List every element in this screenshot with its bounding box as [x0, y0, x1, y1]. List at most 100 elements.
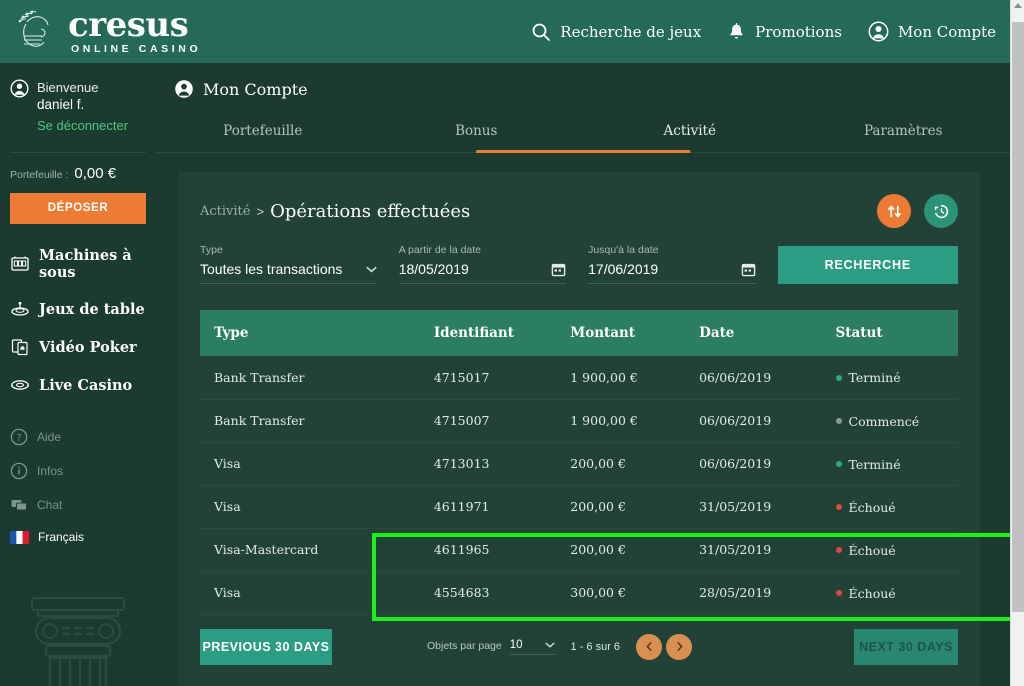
sidebar-main-nav: Machines à sous Jeux de table	[0, 238, 156, 404]
casino-account-page: cresus ONLINE CASINO Recherche de jeux	[0, 0, 1024, 686]
nav-my-account[interactable]: Mon Compte	[868, 21, 996, 42]
cell-date: 06/06/2019	[685, 399, 821, 442]
previous-30-days-button[interactable]: PREVIOUS 30 DAYS	[200, 629, 332, 665]
filter-type[interactable]: Type Toutes les transactions	[200, 244, 377, 284]
sidebar-item-live-casino[interactable]: Live Casino	[0, 366, 156, 404]
status-badge: Terminé	[849, 370, 901, 385]
next-page-button[interactable]	[666, 634, 692, 660]
scrollbar-thumb[interactable]	[1012, 22, 1024, 612]
tab-portefeuille[interactable]: Portefeuille	[156, 113, 370, 152]
filter-date-to[interactable]: Jusqu'à la date 17/06/2019	[588, 244, 755, 284]
logout-link[interactable]: Se déconnecter	[37, 117, 128, 134]
sidebar-item-slots[interactable]: Machines à sous	[0, 238, 156, 290]
filter-bar: Type Toutes les transactions A partir de…	[178, 228, 980, 284]
cell-date: 28/05/2019	[685, 571, 821, 614]
tab-bonus[interactable]: Bonus	[370, 113, 584, 152]
col-header-date[interactable]: Date	[685, 310, 821, 356]
col-header-type[interactable]: Type	[200, 310, 420, 356]
brand-name: cresus	[68, 8, 201, 42]
table-row[interactable]: Visa 4611971 200,00 € 31/05/2019 Échoué	[200, 485, 958, 528]
table-row[interactable]: Visa 4554683 300,00 € 28/05/2019 Échoué	[200, 571, 958, 614]
wallet-amount: 0,00 €	[74, 165, 116, 182]
cell-type: Visa	[200, 571, 420, 614]
search-button[interactable]: RECHERCHE	[778, 246, 958, 284]
sidebar-item-slots-label: Machines à sous	[39, 247, 146, 281]
status-dot	[836, 547, 842, 553]
status-badge: Échoué	[849, 586, 896, 601]
cell-montant: 300,00 €	[556, 571, 685, 614]
nav-game-search[interactable]: Recherche de jeux	[531, 22, 701, 42]
scroll-up-arrow-icon[interactable]	[1014, 3, 1022, 8]
status-badge: Échoué	[849, 500, 896, 515]
cell-statut: Échoué	[822, 528, 958, 571]
sidebar-item-chat-label: Chat	[37, 498, 62, 512]
wallet-block: Portefeuille : 0,00 €	[0, 153, 156, 182]
brand-logo[interactable]: cresus ONLINE CASINO	[0, 8, 201, 55]
table-row[interactable]: Visa 4713013 200,00 € 06/06/2019 Terminé	[200, 442, 958, 485]
filter-date-from[interactable]: A partir de la date 18/05/2019	[399, 244, 566, 284]
calendar-icon[interactable]	[551, 262, 566, 277]
sidebar-item-language-label: Français	[38, 530, 84, 544]
cell-type: Visa-Mastercard	[200, 528, 420, 571]
bell-icon	[727, 22, 746, 42]
sidebar-secondary-nav: ? Aide Infos	[0, 420, 156, 552]
history-button[interactable]	[924, 194, 958, 228]
col-header-statut[interactable]: Statut	[822, 310, 958, 356]
sidebar-item-language[interactable]: Français	[0, 522, 156, 552]
status-badge: Terminé	[849, 457, 901, 472]
filter-type-value: Toutes les transactions	[200, 261, 366, 277]
transactions-table-wrap: Type Identifiant Montant Date Statut Ban…	[178, 284, 980, 615]
filter-type-label: Type	[200, 244, 377, 256]
items-per-page-value: 10	[510, 639, 523, 651]
tab-parametres[interactable]: Paramètres	[797, 113, 1011, 152]
deposit-button[interactable]: DÉPOSER	[10, 193, 146, 224]
tab-activite[interactable]: Activité	[583, 113, 797, 152]
cell-montant: 1 900,00 €	[556, 399, 685, 442]
status-dot	[836, 418, 842, 424]
chevron-down-icon[interactable]	[545, 642, 555, 648]
table-row[interactable]: Bank Transfer 4715017 1 900,00 € 06/06/2…	[200, 356, 958, 399]
status-dot	[836, 461, 842, 467]
cell-identifiant: 4715007	[420, 399, 556, 442]
cell-date: 31/05/2019	[685, 528, 821, 571]
slot-machine-icon	[10, 254, 30, 274]
sidebar-item-table-games-label: Jeux de table	[39, 301, 145, 318]
page-scrollbar[interactable]	[1010, 0, 1024, 686]
sidebar-item-help[interactable]: ? Aide	[0, 420, 156, 454]
next-30-days-button[interactable]: NEXT 30 DAYS	[854, 629, 958, 665]
previous-page-button[interactable]	[636, 634, 662, 660]
table-footer: PREVIOUS 30 DAYS Objets par page 10	[178, 615, 980, 686]
card-header: Activité > Opérations effectuées	[178, 172, 980, 228]
col-header-montant[interactable]: Montant	[556, 310, 685, 356]
user-circle-icon	[174, 79, 194, 99]
breadcrumb-parent[interactable]: Activité	[200, 204, 250, 219]
flag-france-icon	[10, 531, 29, 544]
cell-date: 06/06/2019	[685, 442, 821, 485]
chevron-down-icon[interactable]	[366, 266, 377, 273]
cell-statut: Échoué	[822, 485, 958, 528]
sidebar-item-table-games[interactable]: Jeux de table	[0, 290, 156, 328]
sidebar-item-video-poker-label: Vidéo Poker	[39, 339, 137, 356]
transactions-sort-button[interactable]	[877, 194, 911, 228]
sidebar-item-video-poker[interactable]: Vidéo Poker	[0, 328, 156, 366]
col-header-identifiant[interactable]: Identifiant	[420, 310, 556, 356]
calendar-icon[interactable]	[741, 262, 756, 277]
items-per-page[interactable]: Objets par page 10	[427, 639, 555, 655]
nav-promotions[interactable]: Promotions	[727, 22, 842, 42]
cell-montant: 200,00 €	[556, 485, 685, 528]
table-body: Bank Transfer 4715017 1 900,00 € 06/06/2…	[200, 356, 958, 614]
cresus-helmet-icon	[14, 9, 58, 55]
table-row[interactable]: Visa-Mastercard 4611965 200,00 € 31/05/2…	[200, 528, 958, 571]
sidebar-item-chat[interactable]: Chat	[0, 488, 156, 522]
status-dot	[836, 590, 842, 596]
account-tabs: Portefeuille Bonus Activité Paramètres	[156, 113, 1010, 153]
account-header: Mon Compte	[156, 63, 1010, 99]
welcome-greeting: Bienvenue	[37, 79, 128, 96]
sidebar-item-infos[interactable]: Infos	[0, 454, 156, 488]
table-head: Type Identifiant Montant Date Statut	[200, 310, 958, 356]
cell-type: Visa	[200, 442, 420, 485]
filter-date-to-value[interactable]: 17/06/2019	[588, 261, 740, 277]
chevron-left-icon	[644, 641, 655, 652]
filter-date-from-value[interactable]: 18/05/2019	[399, 261, 551, 277]
table-row[interactable]: Bank Transfer 4715007 1 900,00 € 06/06/2…	[200, 399, 958, 442]
